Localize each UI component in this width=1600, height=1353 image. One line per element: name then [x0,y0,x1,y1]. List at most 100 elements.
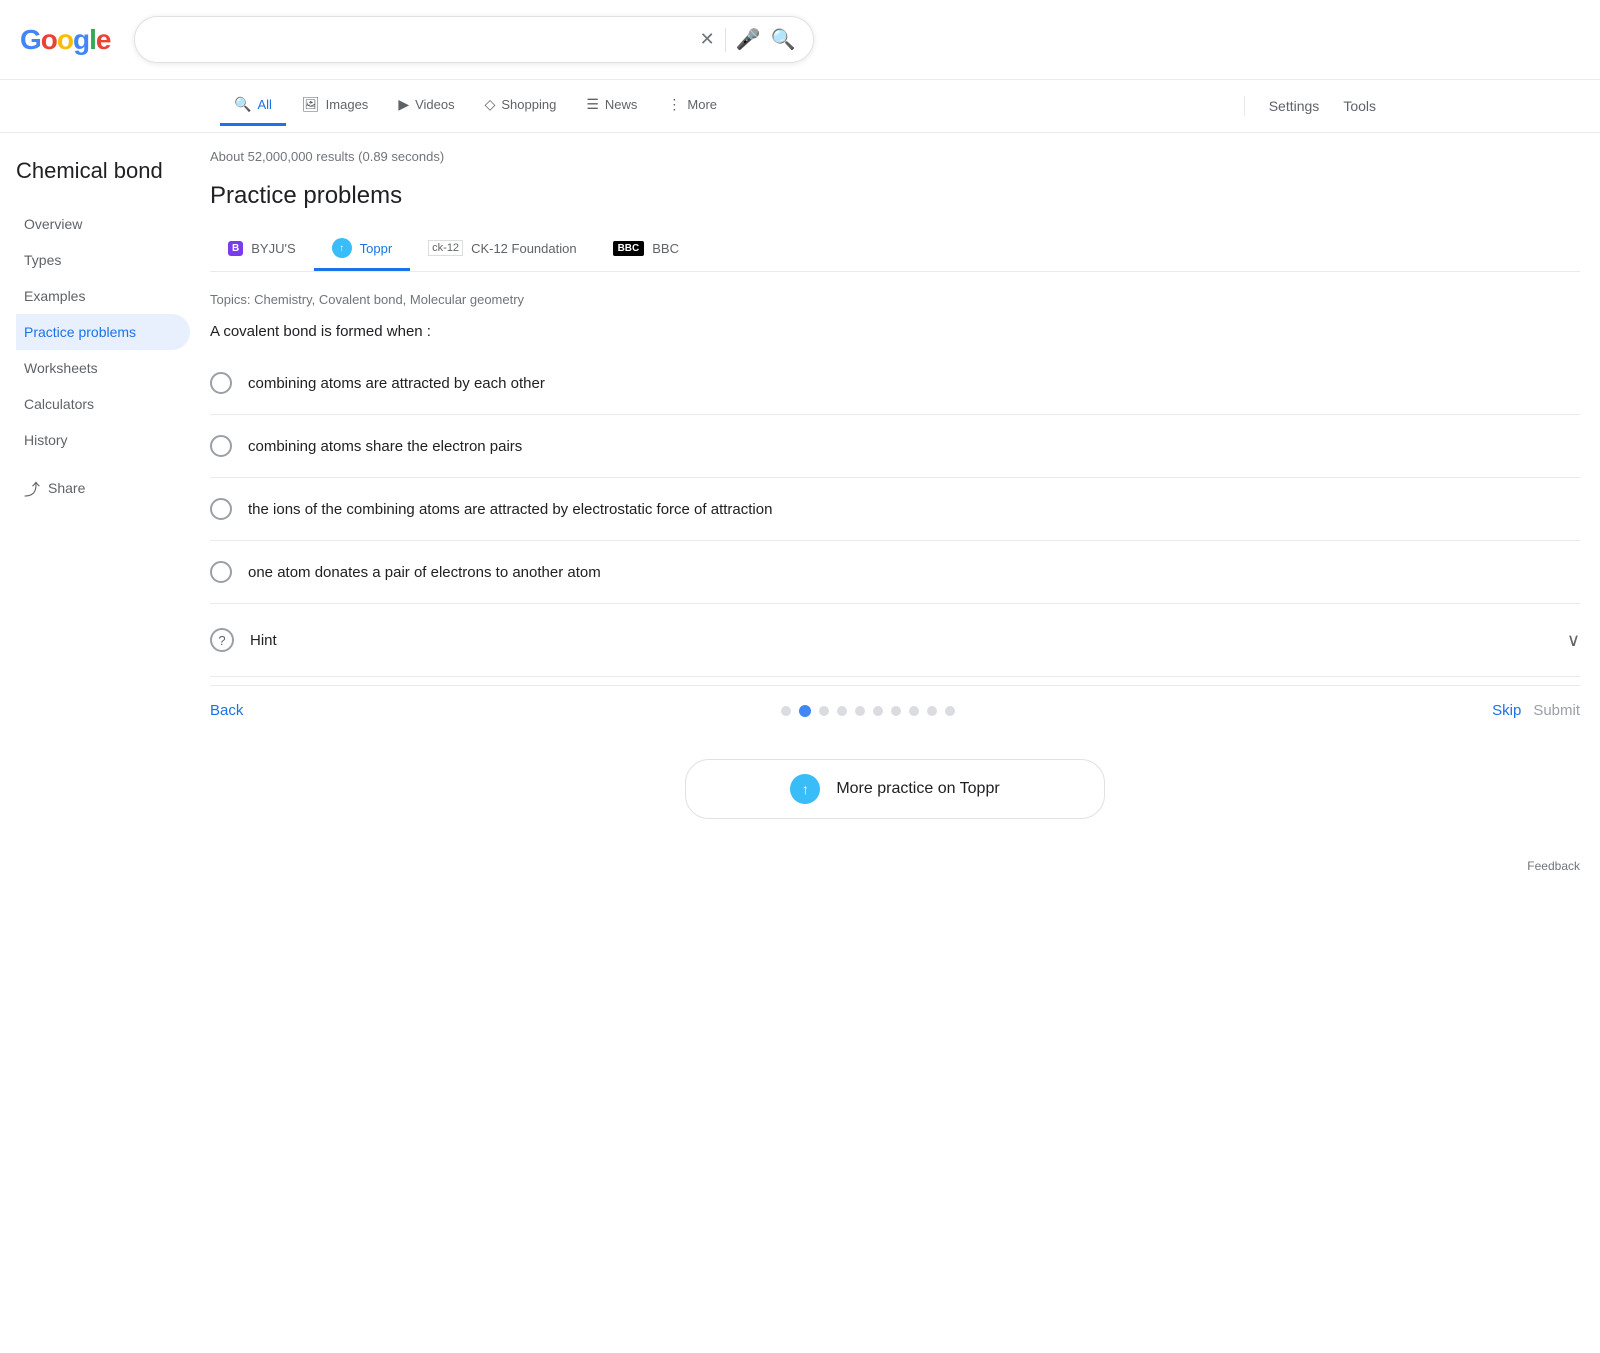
sidebar-item-practice-problems[interactable]: Practice problems [16,314,190,350]
sidebar-item-examples[interactable]: Examples [16,278,190,314]
hint-row[interactable]: ? Hint ∨ [210,612,1580,668]
dot-5 [873,706,883,716]
option-a-text: combining atoms are attracted by each ot… [248,375,545,392]
option-divider-b [210,477,1580,478]
sidebar-item-overview[interactable]: Overview [16,206,190,242]
hint-icon: ? [210,628,234,652]
share-label: Share [48,480,85,496]
bbc-label: BBC [652,241,679,256]
pagination-dots [255,705,1480,717]
tab-more[interactable]: ⋮ More [653,86,731,126]
tab-videos-label: Videos [415,97,455,112]
ck12-label: CK-12 Foundation [471,241,577,256]
source-tab-toppr[interactable]: ↑ Toppr [314,228,411,271]
sidebar: Chemical bond Overview Types Examples Pr… [0,149,190,831]
dot-4 [855,706,865,716]
option-c[interactable]: the ions of the combining atoms are attr… [210,486,1580,532]
more-practice-button[interactable]: ↑ More practice on Toppr [685,759,1105,819]
option-c-text: the ions of the combining atoms are attr… [248,501,772,518]
voice-search-icon[interactable]: 🎤 [736,27,761,52]
search-input[interactable]: chemical bond practice problems [153,31,689,49]
tab-news[interactable]: ☰ News [572,86,651,126]
tools-link[interactable]: Tools [1339,88,1380,124]
source-tab-ck12[interactable]: ck-12 CK-12 Foundation [410,230,594,269]
tab-images[interactable]: 🖼 Images [288,86,382,126]
images-icon: 🖼 [302,96,320,113]
option-b-radio[interactable] [210,435,232,457]
shopping-icon: ◇ [485,96,496,113]
toppr-label: Toppr [360,241,393,256]
practice-nav-row: Back Skip Submit [210,685,1580,735]
practice-title: Practice problems [210,182,1580,210]
option-divider-d [210,603,1580,604]
google-logo: Google [20,24,110,56]
option-d-text: one atom donates a pair of electrons to … [248,564,601,581]
search-divider [725,28,726,52]
option-b-text: combining atoms share the electron pairs [248,438,522,455]
sidebar-item-types[interactable]: Types [16,242,190,278]
sidebar-item-calculators[interactable]: Calculators [16,386,190,422]
source-tabs: B BYJU'S ↑ Toppr ck-12 CK-12 Foundation … [210,228,1580,272]
tab-shopping[interactable]: ◇ Shopping [471,86,571,126]
news-icon: ☰ [586,96,599,113]
feedback-button[interactable]: Feedback [1527,859,1580,873]
tab-more-label: More [687,97,717,112]
content-area: About 52,000,000 results (0.89 seconds) … [190,149,1600,831]
toppr-logo: ↑ [332,238,352,258]
option-a[interactable]: combining atoms are attracted by each ot… [210,360,1580,406]
clear-icon[interactable]: ✕ [700,29,715,50]
option-d-radio[interactable] [210,561,232,583]
option-b[interactable]: combining atoms share the electron pairs [210,423,1580,469]
videos-icon: ▶ [398,96,409,113]
option-c-radio[interactable] [210,498,232,520]
main-layout: Chemical bond Overview Types Examples Pr… [0,133,1600,847]
tab-news-label: News [605,97,638,112]
back-button[interactable]: Back [210,702,243,719]
bbc-logo: BBC [613,241,645,256]
dot-7 [909,706,919,716]
tab-videos[interactable]: ▶ Videos [384,86,468,126]
option-divider-a [210,414,1580,415]
search-bar: chemical bond practice problems ✕ 🎤 🔍 [134,16,814,63]
nav-divider [1244,96,1245,116]
topics: Topics: Chemistry, Covalent bond, Molecu… [210,292,1580,307]
dot-1 [799,705,811,717]
share-icon: ⤴ [24,476,40,500]
tab-shopping-label: Shopping [501,97,556,112]
byjus-logo: B [228,241,243,256]
option-d[interactable]: one atom donates a pair of electrons to … [210,549,1580,595]
question-text: A covalent bond is formed when : [210,323,1580,340]
skip-button[interactable]: Skip [1492,702,1521,719]
all-icon: 🔍 [234,96,251,113]
more-practice-section: ↑ More practice on Toppr [210,735,1580,831]
option-a-radio[interactable] [210,372,232,394]
nav-tabs: 🔍 All 🖼 Images ▶ Videos ◇ Shopping ☰ New… [0,80,1600,133]
dot-3 [837,706,847,716]
dot-0 [781,706,791,716]
sidebar-title: Chemical bond [16,149,174,186]
sidebar-item-worksheets[interactable]: Worksheets [16,350,190,386]
results-info: About 52,000,000 results (0.89 seconds) [210,149,1580,164]
sidebar-item-history[interactable]: History [16,422,190,458]
search-submit-icon[interactable]: 🔍 [771,27,796,52]
dot-6 [891,706,901,716]
hint-label: Hint [250,632,1551,649]
dot-2 [819,706,829,716]
settings-link[interactable]: Settings [1265,88,1324,124]
toppr-btn-icon: ↑ [790,774,820,804]
submit-button: Submit [1533,702,1580,719]
share-button[interactable]: ⤴ Share [16,466,174,510]
more-icon: ⋮ [667,96,681,113]
tab-all[interactable]: 🔍 All [220,86,286,126]
source-tab-bbc[interactable]: BBC BBC [595,231,697,269]
more-practice-label: More practice on Toppr [836,780,999,798]
hint-chevron-icon: ∨ [1567,630,1580,651]
ck12-logo: ck-12 [428,240,463,256]
option-divider-c [210,540,1580,541]
feedback-section: Feedback [0,847,1600,893]
source-tab-byjus[interactable]: B BYJU'S [210,231,314,269]
tab-all-label: All [257,97,271,112]
tab-images-label: Images [326,97,369,112]
header: Google chemical bond practice problems ✕… [0,0,1600,80]
byjus-label: BYJU'S [251,241,295,256]
